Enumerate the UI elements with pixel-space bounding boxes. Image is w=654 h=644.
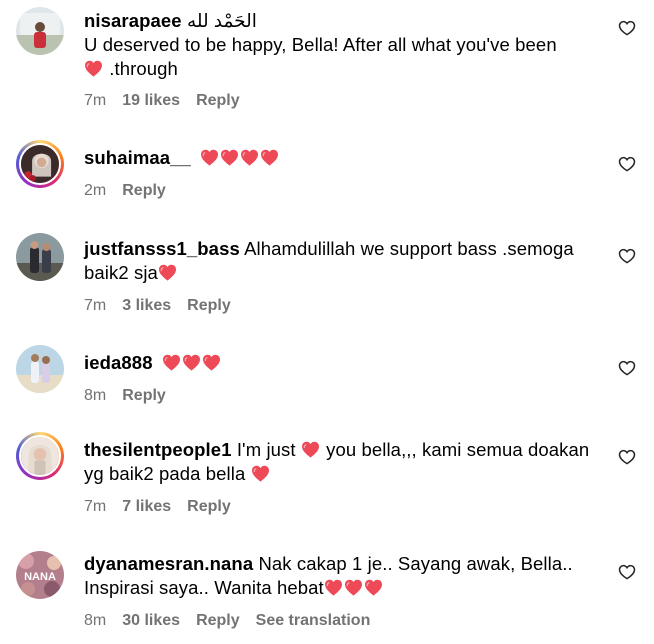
reply-button[interactable]: Reply — [187, 498, 231, 516]
red-heart-icon — [202, 354, 221, 371]
red-heart-icon — [158, 264, 177, 281]
red-heart-icon — [364, 579, 383, 596]
comment-text: justfansss1_bass Alhamdulillah we suppor… — [84, 237, 604, 285]
timestamp[interactable]: 7m — [84, 297, 106, 315]
avatar[interactable] — [16, 432, 64, 480]
like-heart-icon[interactable] — [618, 359, 636, 377]
avatar[interactable] — [16, 140, 64, 188]
username[interactable]: suhaimaa__ — [84, 147, 191, 168]
red-heart-icon — [182, 354, 201, 371]
comment-text-part: Alhamdulillah we support bass .semoga — [239, 238, 574, 259]
like-heart-icon[interactable] — [618, 448, 636, 466]
comment-text: nisarapaee الحَمْد لله U deserved to be … — [84, 9, 604, 81]
reply-button[interactable]: Reply — [196, 92, 240, 110]
comment-text-part: baik2 sja — [84, 262, 158, 283]
red-heart-icon — [251, 465, 270, 482]
red-heart-icon — [220, 149, 239, 166]
comment-text-part: you bella,,, kami semua doakan — [320, 439, 590, 460]
comment-text-part: Inspirasi saya.. Wanita hebat — [84, 577, 324, 598]
reply-button[interactable]: Reply — [122, 387, 166, 405]
username[interactable]: thesilentpeople1 — [84, 439, 232, 460]
avatar-photo — [21, 145, 59, 183]
red-heart-icon — [301, 441, 320, 458]
comment-text-part: U deserved to be happy, Bella! After all… — [84, 34, 557, 55]
likes-count[interactable]: 3 likes — [122, 297, 171, 315]
red-heart-icon — [240, 149, 259, 166]
like-heart-icon[interactable] — [618, 155, 636, 173]
like-heart-icon[interactable] — [618, 19, 636, 37]
avatar-photo — [16, 7, 64, 55]
avatar[interactable] — [16, 7, 64, 55]
likes-count[interactable]: 19 likes — [122, 92, 180, 110]
avatar-photo — [16, 345, 64, 393]
red-heart-icon — [200, 149, 219, 166]
timestamp[interactable]: 7m — [84, 92, 106, 110]
comment-text: ieda888 — [84, 351, 604, 375]
comment-text: thesilentpeople1 I'm just you bella,,, k… — [84, 438, 604, 486]
comment-text-part: yg baik2 pada bella — [84, 463, 251, 484]
avatar-logo-text: NANA — [24, 571, 56, 583]
avatar-photo: NANA — [16, 551, 64, 599]
username[interactable]: nisarapaee — [84, 10, 182, 31]
username[interactable]: dyanamesran.nana — [84, 553, 253, 574]
see-translation-button[interactable]: See translation — [256, 612, 371, 630]
avatar[interactable]: NANA — [16, 551, 64, 599]
timestamp[interactable]: 2m — [84, 182, 106, 200]
comment-text-part: Nak cakap 1 je.. Sayang awak, Bella.. — [253, 553, 573, 574]
red-heart-icon — [162, 354, 181, 371]
avatar[interactable] — [16, 233, 64, 281]
red-heart-icon — [260, 149, 279, 166]
red-heart-icon — [324, 579, 343, 596]
comment-text-part: I'm just — [231, 439, 301, 460]
like-heart-icon[interactable] — [618, 563, 636, 581]
avatar[interactable] — [16, 345, 64, 393]
comment-text-part: الحَمْد لله — [181, 10, 257, 31]
reply-button[interactable]: Reply — [196, 612, 240, 630]
comment-text: dyanamesran.nana Nak cakap 1 je.. Sayang… — [84, 552, 604, 600]
avatar-photo — [16, 233, 64, 281]
comment-text: suhaimaa__ — [84, 146, 604, 170]
reply-button[interactable]: Reply — [187, 297, 231, 315]
red-heart-icon — [84, 60, 103, 77]
like-heart-icon[interactable] — [618, 247, 636, 265]
timestamp[interactable]: 7m — [84, 498, 106, 516]
likes-count[interactable]: 7 likes — [122, 498, 171, 516]
timestamp[interactable]: 8m — [84, 612, 106, 630]
username[interactable]: ieda888 — [84, 352, 153, 373]
comment-text-part: .through — [104, 58, 178, 79]
timestamp[interactable]: 8m — [84, 387, 106, 405]
username[interactable]: justfansss1_bass — [84, 238, 240, 259]
avatar-photo — [21, 437, 59, 475]
red-heart-icon — [344, 579, 363, 596]
likes-count[interactable]: 30 likes — [122, 612, 180, 630]
reply-button[interactable]: Reply — [122, 182, 166, 200]
